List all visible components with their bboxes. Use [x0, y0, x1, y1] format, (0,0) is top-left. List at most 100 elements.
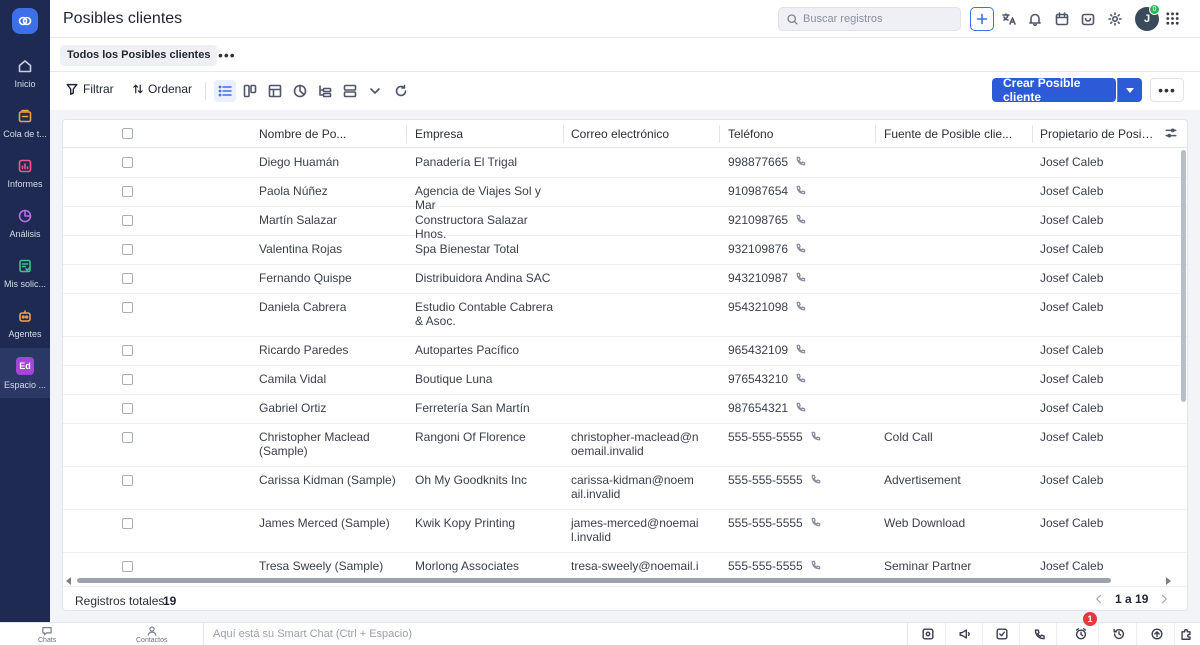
- lead-name[interactable]: Camila Vidal: [259, 372, 399, 386]
- table-row[interactable]: Christopher Maclead (Sample) Rangoni Of F…: [63, 424, 1187, 467]
- row-checkbox[interactable]: [122, 345, 133, 356]
- lead-phone-number[interactable]: 555-555-5555: [728, 473, 803, 487]
- sidebar-item-espacio[interactable]: Ed Espacio ...: [0, 348, 50, 398]
- list-view-icon[interactable]: [214, 80, 236, 102]
- phone-icon[interactable]: [794, 184, 807, 197]
- phone-icon[interactable]: [794, 271, 807, 284]
- chevron-down-icon[interactable]: [364, 80, 386, 102]
- horizontal-scrollbar[interactable]: [63, 575, 1187, 585]
- table-row[interactable]: Martín Salazar Constructora Salazar Hnos.…: [63, 207, 1187, 241]
- bell-icon[interactable]: [1023, 7, 1047, 31]
- phone-icon[interactable]: [794, 300, 807, 313]
- lead-name[interactable]: Gabriel Ortiz: [259, 401, 399, 415]
- table-row[interactable]: Ricardo Paredes Autopartes Pacífico Josef …: [63, 337, 1187, 366]
- tasks-icon[interactable]: [984, 623, 1020, 645]
- row-checkbox[interactable]: [122, 302, 133, 313]
- lead-phone-number[interactable]: 943210987: [728, 271, 788, 285]
- lead-name[interactable]: Carissa Kidman (Sample): [259, 473, 399, 487]
- column-header-company[interactable]: Empresa: [415, 120, 561, 148]
- prev-page-icon[interactable]: [1093, 593, 1105, 605]
- kanban-view-icon[interactable]: [239, 80, 261, 102]
- column-header-name[interactable]: Nombre de Po...: [259, 120, 405, 148]
- calendar-icon[interactable]: [1050, 7, 1074, 31]
- table-row[interactable]: Paola Núñez Agencia de Viajes Sol y Mar Jo…: [63, 178, 1187, 212]
- column-header-owner[interactable]: Propietario de Posible...: [1040, 120, 1160, 148]
- call-log-icon[interactable]: [1021, 623, 1057, 645]
- sidebar-item-cola[interactable]: Cola de t...: [0, 98, 50, 148]
- history-icon[interactable]: [1101, 623, 1137, 645]
- sidebar-item-informes[interactable]: Informes: [0, 148, 50, 198]
- vertical-scrollbar[interactable]: [1180, 148, 1187, 578]
- lead-name[interactable]: Martín Salazar: [259, 213, 399, 227]
- lead-phone-number[interactable]: 932109876: [728, 242, 788, 256]
- lead-phone-number[interactable]: 976543210: [728, 372, 788, 386]
- column-resizer[interactable]: [563, 125, 564, 143]
- row-checkbox[interactable]: [122, 186, 133, 197]
- create-lead-button[interactable]: Crear Posible cliente: [992, 76, 1116, 104]
- upload-icon[interactable]: [1139, 623, 1175, 645]
- row-checkbox[interactable]: [122, 403, 133, 414]
- column-resizer[interactable]: [875, 125, 876, 143]
- phone-icon[interactable]: [794, 155, 807, 168]
- lead-phone-number[interactable]: 987654321: [728, 401, 788, 415]
- lead-name[interactable]: Fernando Quispe: [259, 271, 399, 285]
- phone-icon[interactable]: [794, 213, 807, 226]
- chats-button[interactable]: Chats: [38, 625, 56, 644]
- table-view-icon[interactable]: [264, 80, 286, 102]
- sidebar-item-analisis[interactable]: Análisis: [0, 198, 50, 248]
- phone-icon[interactable]: [794, 401, 807, 414]
- row-checkbox[interactable]: [122, 475, 133, 486]
- column-header-email[interactable]: Correo electrónico: [571, 120, 717, 148]
- next-page-icon[interactable]: [1158, 593, 1170, 605]
- lead-phone-number[interactable]: 910987654: [728, 184, 788, 198]
- table-row[interactable]: Daniela Cabrera Estudio Contable Cabrera …: [63, 294, 1187, 337]
- scrollbar-thumb[interactable]: [1181, 150, 1186, 402]
- scroll-right-arrow[interactable]: [1166, 577, 1171, 585]
- card-view-icon[interactable]: [339, 80, 361, 102]
- row-checkbox[interactable]: [122, 157, 133, 168]
- row-checkbox[interactable]: [122, 273, 133, 284]
- extension-icon[interactable]: [1172, 623, 1200, 645]
- row-checkbox[interactable]: [122, 432, 133, 443]
- lead-email[interactable]: james-merced@noemail.invalid: [571, 516, 699, 544]
- scroll-left-arrow[interactable]: [66, 577, 71, 585]
- lead-email[interactable]: christopher-maclead@noemail.invalid: [571, 430, 699, 458]
- refresh-icon[interactable]: [390, 80, 412, 102]
- column-resizer[interactable]: [406, 125, 407, 143]
- gear-icon[interactable]: [1103, 7, 1127, 31]
- lead-name[interactable]: Christopher Maclead (Sample): [259, 430, 399, 458]
- lead-name[interactable]: Valentina Rojas: [259, 242, 399, 256]
- tab-todos-los-posibles-clientes[interactable]: Todos los Posibles clientes: [60, 45, 218, 66]
- lead-name[interactable]: Daniela Cabrera: [259, 300, 399, 314]
- scrollbar-thumb[interactable]: [77, 578, 1111, 583]
- phone-icon[interactable]: [809, 473, 822, 486]
- lead-name[interactable]: Diego Huamán: [259, 155, 399, 169]
- phone-icon[interactable]: [809, 559, 822, 572]
- lead-phone-number[interactable]: 555-555-5555: [728, 516, 803, 530]
- column-resizer[interactable]: [1032, 125, 1033, 143]
- column-header-source[interactable]: Fuente de Posible clie...: [884, 120, 1030, 148]
- search-input[interactable]: [803, 13, 953, 25]
- create-options-dropdown[interactable]: [1117, 78, 1142, 102]
- table-row[interactable]: Valentina Rojas Spa Bienestar Total Josef …: [63, 236, 1187, 265]
- column-settings-icon[interactable]: [1164, 126, 1178, 140]
- lead-phone-number[interactable]: 555-555-5555: [728, 559, 803, 573]
- lead-email[interactable]: tresa-sweely@noemail.invalid: [571, 559, 699, 575]
- translate-icon[interactable]: [997, 7, 1021, 31]
- lead-phone-number[interactable]: 965432109: [728, 343, 788, 357]
- table-row[interactable]: Tresa Sweely (Sample) Morlong Associates t…: [63, 553, 1187, 575]
- contacts-button[interactable]: Contactos: [136, 625, 168, 644]
- column-resizer[interactable]: [719, 125, 720, 143]
- crm-logo-icon[interactable]: [12, 8, 38, 34]
- sidebar-item-mis-solicitudes[interactable]: Mis solic...: [0, 248, 50, 298]
- table-row[interactable]: Gabriel Ortiz Ferretería San Martín Josef …: [63, 395, 1187, 424]
- select-all-checkbox[interactable]: [122, 128, 133, 139]
- phone-icon[interactable]: [809, 516, 822, 529]
- lead-phone-number[interactable]: 555-555-5555: [728, 430, 803, 444]
- table-row[interactable]: Carissa Kidman (Sample) Oh My Goodknits I…: [63, 467, 1187, 510]
- lead-name[interactable]: Paola Núñez: [259, 184, 399, 198]
- lead-phone-number[interactable]: 954321098: [728, 300, 788, 314]
- megaphone-icon[interactable]: [947, 623, 983, 645]
- badge-icon[interactable]: [910, 623, 946, 645]
- add-icon[interactable]: [970, 7, 994, 31]
